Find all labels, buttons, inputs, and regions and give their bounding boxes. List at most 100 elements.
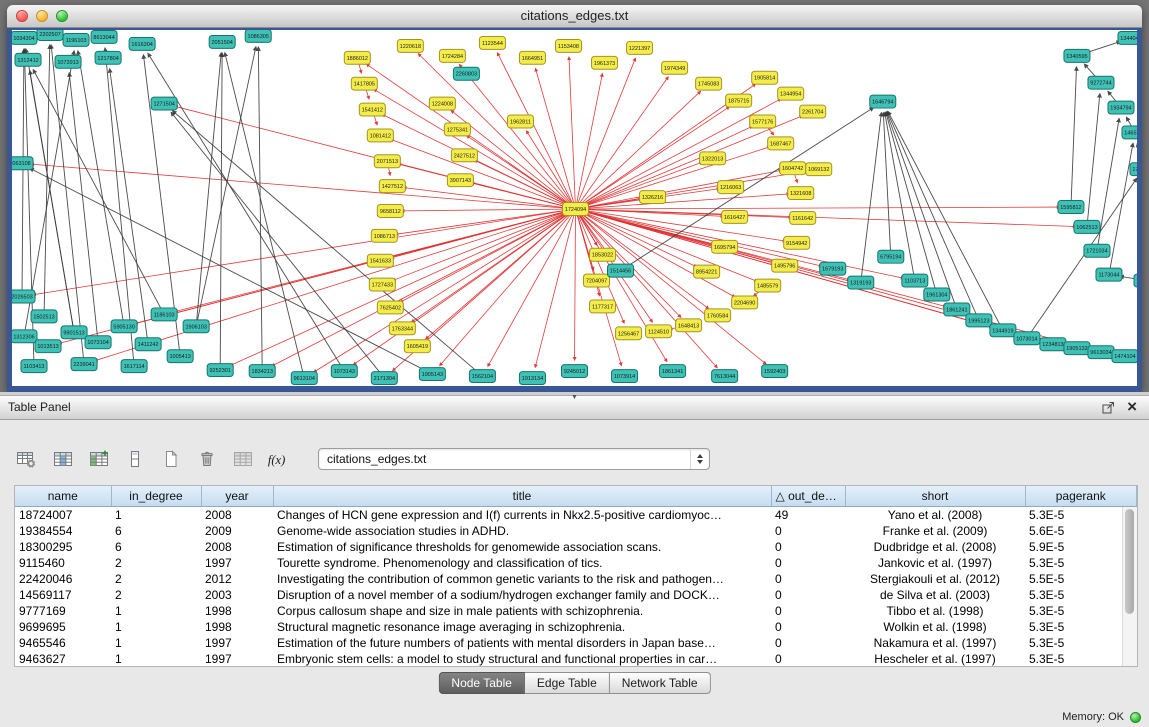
network-edge[interactable] — [575, 209, 576, 360]
network-node[interactable]: 1086713 — [371, 229, 397, 242]
network-node[interactable]: 1604742 — [780, 162, 806, 175]
close-window-button[interactable] — [16, 10, 28, 22]
network-edge[interactable] — [569, 57, 576, 209]
network-node[interactable]: 1073914 — [612, 370, 638, 383]
network-node[interactable]: 2204690 — [732, 296, 758, 309]
cell-in_degree[interactable]: 1 — [111, 635, 201, 651]
network-node[interactable]: 1727433 — [369, 278, 395, 291]
network-edge[interactable] — [621, 108, 874, 271]
network-node[interactable]: 1961304 — [924, 288, 950, 301]
network-edge[interactable] — [576, 209, 1076, 227]
network-node[interactable]: 1326216 — [640, 191, 666, 204]
column-header-name[interactable]: name — [15, 486, 111, 507]
column-header-pagerank[interactable]: pagerank — [1025, 486, 1137, 507]
cell-name[interactable]: 22420046 — [15, 571, 111, 587]
network-node[interactable]: 1427512 — [379, 180, 405, 193]
network-node[interactable]: 1853022 — [590, 248, 616, 261]
cell-title[interactable]: Genome-wide association studies in ADHD. — [273, 523, 771, 539]
table-row[interactable]: 1830029562008Estimation of significance … — [15, 539, 1137, 555]
collapse-panel-icon[interactable]: ▼ — [571, 394, 578, 401]
network-edge[interactable] — [314, 209, 576, 372]
cell-year[interactable]: 1997 — [201, 635, 273, 651]
network-edge[interactable] — [576, 74, 603, 209]
cell-in_degree[interactable]: 2 — [111, 571, 201, 587]
cell-out_degree[interactable]: 0 — [771, 555, 845, 571]
network-node[interactable]: 1763344 — [389, 322, 415, 335]
network-edge[interactable] — [110, 69, 149, 345]
network-node[interactable]: 1974349 — [662, 61, 688, 74]
network-node[interactable]: 1186103 — [151, 308, 177, 321]
network-node[interactable]: 1344043 — [1118, 31, 1137, 44]
network-edge[interactable] — [1109, 143, 1133, 274]
close-panel-button[interactable]: × — [1127, 396, 1137, 418]
network-node[interactable]: 1073913 — [55, 55, 81, 68]
network-node[interactable]: 2171304 — [371, 372, 397, 385]
network-node[interactable]: 1216063 — [718, 181, 744, 194]
network-edge[interactable] — [31, 164, 576, 209]
cell-in_degree[interactable]: 2 — [111, 555, 201, 571]
network-node[interactable]: 7204097 — [584, 274, 610, 287]
network-node[interactable]: 2026503 — [12, 290, 35, 303]
network-edge[interactable] — [33, 69, 164, 314]
network-node[interactable]: 1577176 — [750, 115, 776, 128]
network-node[interactable]: 1605419 — [404, 340, 430, 353]
network-node[interactable]: 1034304 — [12, 31, 37, 44]
network-node[interactable]: 1271504 — [151, 97, 177, 110]
network-select[interactable]: citations_edges.txt — [318, 448, 710, 470]
network-node[interactable]: 1616427 — [722, 210, 748, 223]
network-edge[interactable] — [440, 209, 576, 366]
table-row[interactable]: 1456911722003Disruption of a novel membe… — [15, 587, 1137, 603]
tab-edge-table[interactable]: Edge Table — [525, 672, 610, 694]
network-node[interactable]: 2239041 — [71, 358, 97, 371]
network-node[interactable]: 9901513 — [61, 326, 87, 339]
network-node[interactable]: 9613034 — [1088, 346, 1114, 359]
network-node[interactable]: 1495796 — [772, 259, 798, 272]
column-header-out-degree[interactable]: △ out_de… — [771, 486, 845, 507]
cell-name[interactable]: 9465546 — [15, 635, 111, 651]
table-row[interactable]: 969969511998Structural magnetic resonanc… — [15, 619, 1137, 635]
network-node[interactable]: 1177317 — [590, 300, 616, 313]
network-node[interactable]: 7613044 — [712, 370, 738, 383]
network-node[interactable]: 1062513 — [1074, 220, 1100, 233]
cell-pagerank[interactable]: 5.3E-5 — [1025, 619, 1137, 635]
network-node[interactable]: 1103713 — [902, 274, 928, 287]
network-node[interactable]: 1562104 — [469, 370, 495, 383]
cell-short[interactable]: de Silva et al. (2003) — [845, 587, 1025, 603]
network-node[interactable]: 1745083 — [696, 77, 722, 90]
cell-out_degree[interactable]: 0 — [771, 571, 845, 587]
network-node[interactable]: 1664951 — [519, 51, 545, 64]
network-node[interactable]: 1013513 — [35, 340, 61, 353]
cell-in_degree[interactable]: 1 — [111, 651, 201, 667]
network-edge[interactable] — [576, 58, 636, 209]
delete-column-button[interactable] — [194, 448, 219, 470]
network-node[interactable]: 1502513 — [31, 310, 57, 323]
network-node[interactable]: 1217804 — [95, 51, 121, 64]
cell-pagerank[interactable]: 5.3E-5 — [1025, 507, 1137, 524]
network-node[interactable]: 8954221 — [694, 265, 720, 278]
network-node[interactable]: 1081412 — [367, 129, 393, 142]
network-node[interactable]: 2260803 — [453, 67, 479, 80]
vertical-scrollbar[interactable] — [1122, 507, 1137, 666]
network-node[interactable]: 1411242 — [135, 338, 161, 351]
network-node[interactable]: 1679193 — [820, 262, 846, 275]
network-node[interactable]: 1077104 — [1134, 274, 1137, 287]
network-node[interactable]: 1073014 — [1014, 332, 1040, 345]
table-row[interactable]: 977716911998Corpus callosum shape and si… — [15, 603, 1137, 619]
cell-title[interactable]: Corpus callosum shape and size in male p… — [273, 603, 771, 619]
network-node[interactable]: 1069132 — [806, 163, 832, 176]
network-node[interactable]: 2261704 — [800, 105, 826, 118]
network-node[interactable]: 1905132 — [1064, 342, 1090, 355]
network-node[interactable]: 2051504 — [209, 35, 235, 48]
network-node[interactable]: 1906103 — [183, 320, 209, 333]
network-node[interactable]: 9245012 — [561, 365, 587, 378]
network-node[interactable]: 1340595 — [1064, 49, 1090, 62]
column-header-in-degree[interactable]: in_degree — [111, 486, 201, 507]
network-node[interactable]: 1103413 — [21, 360, 47, 373]
cell-short[interactable]: Dudbridge et al. (2008) — [845, 539, 1025, 555]
cell-title[interactable]: Estimation of the future numbers of pati… — [273, 635, 771, 651]
cell-name[interactable]: 9463627 — [15, 651, 111, 667]
network-node[interactable]: 1322013 — [700, 152, 726, 165]
network-node[interactable]: 1073104 — [85, 336, 111, 349]
network-node[interactable]: 1220618 — [397, 39, 423, 52]
network-node[interactable]: 1760584 — [705, 309, 731, 322]
